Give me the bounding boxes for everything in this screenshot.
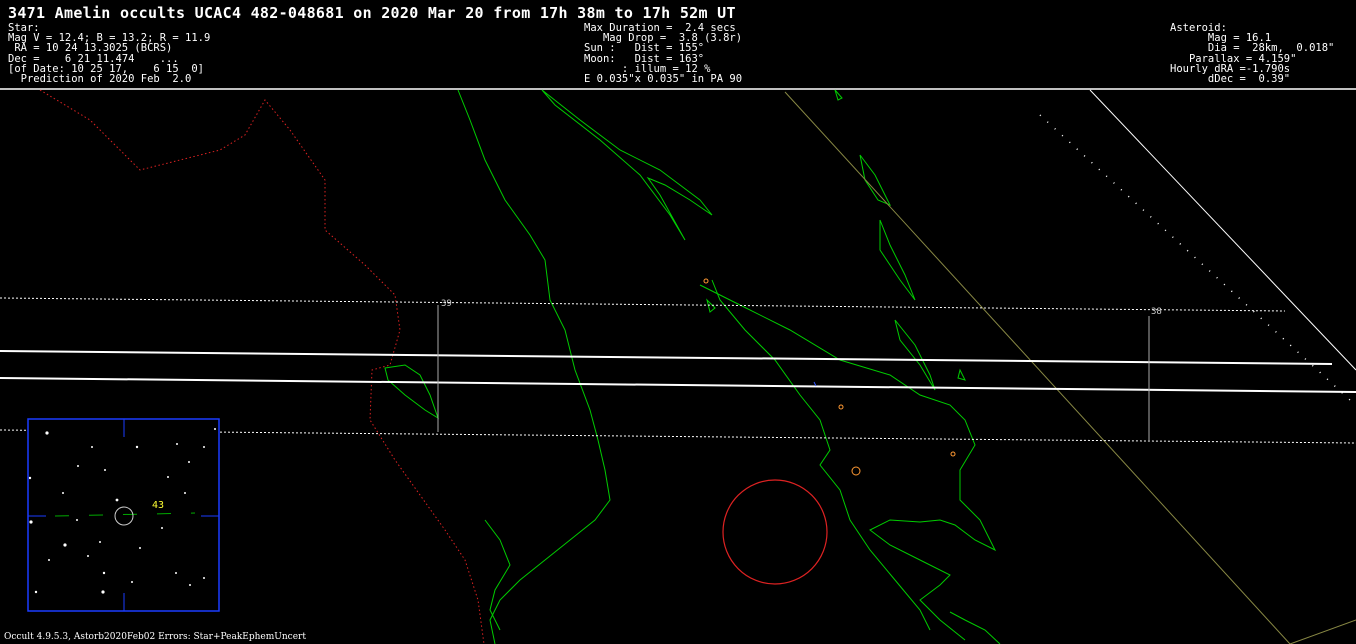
event-info-line: E 0.035"x 0.035" in PA 90 [584, 73, 743, 86]
diagonal-line-dotted [1039, 114, 1351, 401]
time-mark-right-label: 38 [1151, 307, 1162, 317]
page-title: 3471 Amelin occults UCAC4 482-048681 on … [8, 4, 736, 22]
diagonal-line-white [1089, 89, 1356, 371]
uncertainty-ellipse [722, 479, 828, 585]
asteroid-info-block: Asteroid: Mag = 16.1 Dia = 28km, 0.018" … [1170, 23, 1334, 86]
site-marker [950, 451, 956, 457]
asteroid-info-line: dDec = 0.39" [1170, 73, 1291, 86]
diagonal-line-olive [784, 91, 1291, 644]
site-marker [703, 278, 709, 284]
shadow-edge-north [0, 350, 1333, 365]
shadow-edge-south [0, 377, 1356, 393]
star-info-line: Prediction of 2020 Feb 2.0 [8, 73, 192, 86]
diagonal-line-bottom [1289, 619, 1356, 644]
star-info-block: Star: Mag V = 12.4; B = 13.2; R = 11.9 RA… [8, 23, 210, 86]
occultation-map: 39 38 43 [0, 88, 1356, 644]
time-mark-left-label: 39 [441, 299, 452, 309]
coastline [384, 89, 1001, 644]
event-info-block: Max Duration = 2.4 secs Mag Drop = 3.8 (… [584, 23, 743, 86]
path-limit-north [0, 297, 1286, 312]
site-markers [703, 278, 956, 476]
footer-credits: Occult 4.9.5.3, Astorb2020Feb02 Errors: … [4, 632, 306, 642]
finder-star-label: 43 [152, 500, 164, 511]
site-marker [838, 404, 844, 410]
small-blue-tick [813, 381, 817, 387]
finder-chart: 43 [27, 418, 220, 612]
site-marker [851, 466, 861, 476]
